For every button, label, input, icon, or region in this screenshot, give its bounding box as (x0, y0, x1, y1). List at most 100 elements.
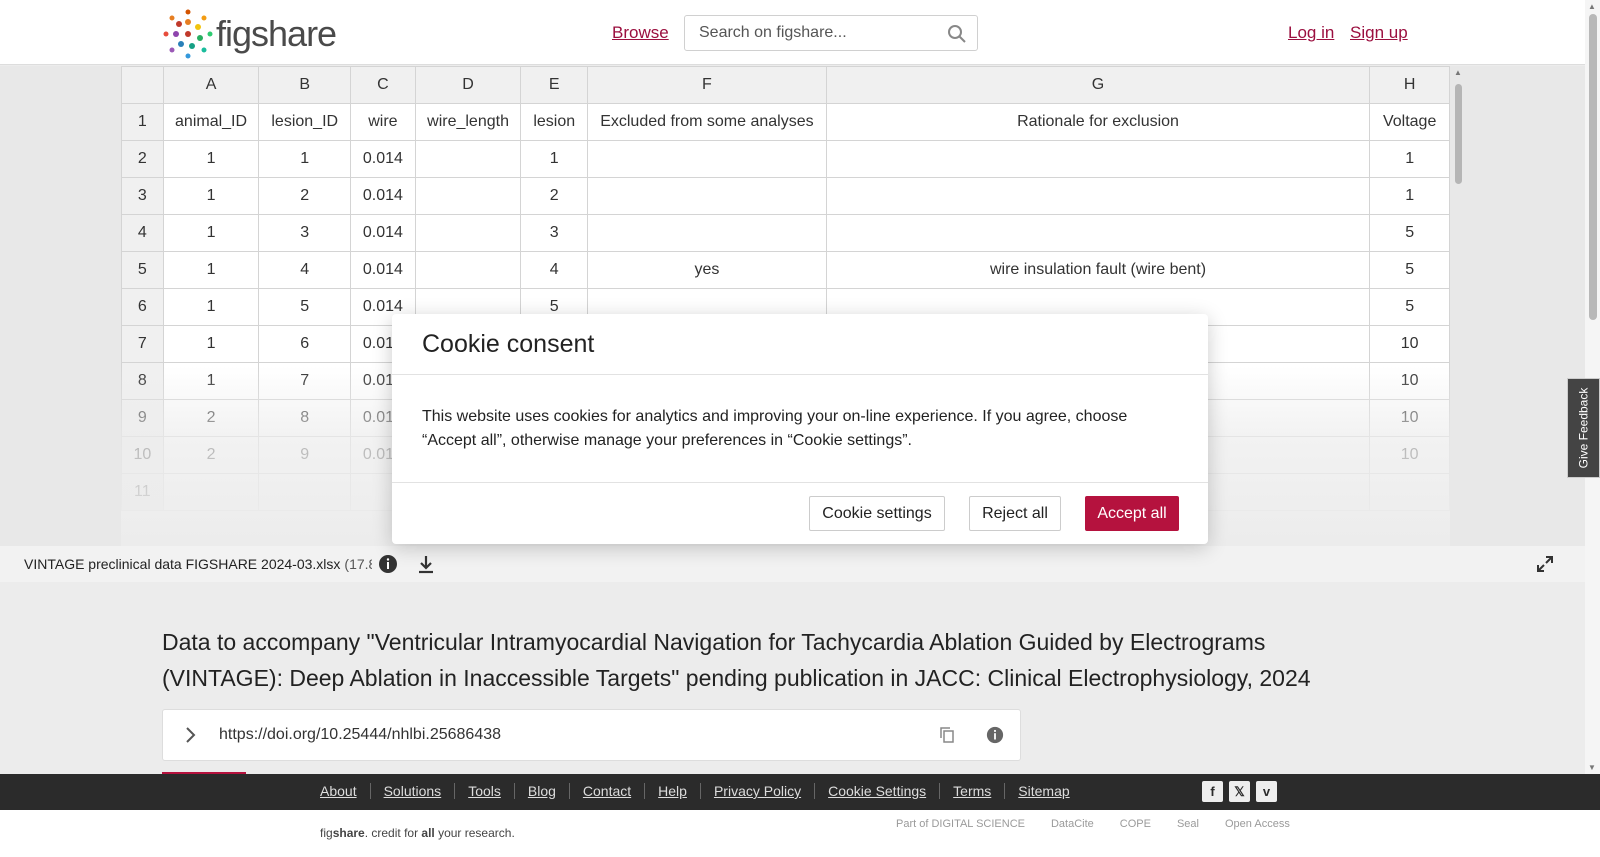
footer-link-terms[interactable]: Terms (940, 783, 1006, 799)
sheet-cell[interactable]: 0.014 (350, 251, 416, 289)
sheet-cell[interactable]: 1 (258, 140, 352, 178)
sheet-cell[interactable]: 3 (258, 214, 352, 252)
sheet-cell[interactable]: yes (587, 251, 827, 289)
accept-all-button[interactable]: Accept all (1085, 496, 1179, 531)
footer-link-solutions[interactable]: Solutions (371, 783, 456, 799)
page-scrollbar-thumb[interactable] (1589, 14, 1597, 320)
sheet-cell[interactable]: 1 (520, 140, 589, 178)
column-header: E (520, 66, 589, 104)
sheet-cell[interactable]: 4 (520, 251, 589, 289)
cookie-settings-button[interactable]: Cookie settings (809, 496, 945, 531)
preview-scrollbar[interactable]: ▲ (1452, 68, 1465, 368)
info-icon[interactable] (378, 554, 398, 574)
sheet-cell[interactable]: 1 (162, 214, 260, 252)
x-twitter-icon[interactable]: 𝕏 (1229, 781, 1250, 802)
chevron-right-icon[interactable] (183, 726, 199, 744)
sheet-cell[interactable]: animal_ID (162, 103, 260, 141)
sheet-cell[interactable]: 1 (1369, 177, 1450, 215)
sheet-cell[interactable]: 1 (162, 177, 260, 215)
login-link[interactable]: Log in (1288, 23, 1334, 43)
figshare-logo[interactable]: figshare (162, 8, 337, 60)
dialog-header: Cookie consent (392, 314, 1208, 375)
footer-link-tools[interactable]: Tools (455, 783, 515, 799)
sheet-cell[interactable]: 6 (258, 325, 352, 363)
search-input[interactable] (685, 24, 935, 42)
vimeo-icon[interactable]: v (1256, 781, 1277, 802)
digital-science-logo[interactable]: Part of DIGITAL SCIENCE (896, 818, 1025, 830)
dialog-body: This website uses cookies for analytics … (392, 375, 1208, 483)
footer-link-sitemap[interactable]: Sitemap (1005, 783, 1082, 799)
download-icon[interactable] (416, 554, 436, 574)
sheet-cell[interactable]: 5 (1369, 288, 1450, 326)
sheet-cell[interactable]: lesion_ID (258, 103, 352, 141)
sheet-cell[interactable]: 0.014 (350, 140, 416, 178)
datacite-logo[interactable]: DataCite (1051, 818, 1094, 830)
sheet-cell[interactable]: 2 (258, 177, 352, 215)
seal-logo[interactable]: Seal (1177, 818, 1199, 830)
footer-bottom: figshare. credit for all your research. … (0, 810, 1600, 857)
sheet-cell[interactable]: 5 (1369, 251, 1450, 289)
social-links: f 𝕏 v (1202, 781, 1277, 802)
copy-icon[interactable] (938, 726, 956, 744)
facebook-icon[interactable]: f (1202, 781, 1223, 802)
page-scroll-down-icon[interactable]: ▼ (1588, 763, 1596, 772)
sheet-cell[interactable]: Excluded from some analyses (587, 103, 827, 141)
tagline-share: share (332, 826, 365, 840)
tagline-all: all (421, 826, 435, 840)
sheet-cell[interactable]: 1 (162, 251, 260, 289)
page-scroll-up-icon[interactable]: ▲ (1588, 2, 1596, 11)
footer-link-about[interactable]: About (320, 783, 371, 799)
sheet-cell[interactable]: 1 (162, 288, 260, 326)
sheet-cell[interactable] (414, 177, 522, 215)
sheet-cell[interactable] (587, 177, 827, 215)
footer-link-help[interactable]: Help (645, 783, 701, 799)
reject-all-button[interactable]: Reject all (969, 496, 1061, 531)
sheet-cell[interactable]: 4 (258, 251, 352, 289)
footer-link-cookie-settings[interactable]: Cookie Settings (815, 783, 941, 799)
sheet-cell[interactable]: 0.014 (350, 177, 416, 215)
tagline-fig: fig (320, 826, 333, 840)
sheet-cell[interactable]: lesion (520, 103, 589, 141)
sheet-cell[interactable]: Rationale for exclusion (825, 103, 1371, 141)
sheet-cell[interactable]: Voltage (1369, 103, 1450, 141)
sheet-cell[interactable]: wire_length (414, 103, 522, 141)
signup-link[interactable]: Sign up (1350, 23, 1408, 43)
sheet-cell[interactable] (587, 140, 827, 178)
footer-link-privacy[interactable]: Privacy Policy (701, 783, 816, 799)
sheet-cell[interactable]: 2 (520, 177, 589, 215)
cope-logo[interactable]: COPE (1120, 818, 1151, 830)
sheet-cell[interactable] (825, 177, 1371, 215)
column-header: H (1369, 66, 1450, 104)
sheet-row: 4 1 3 0.014 3 5 (121, 214, 1450, 252)
open-access-logo[interactable]: Open Access (1225, 818, 1290, 830)
sheet-cell[interactable] (414, 140, 522, 178)
column-header-row: A B C D E F G H (121, 66, 1450, 104)
fullscreen-icon[interactable] (1537, 556, 1553, 572)
sheet-cell[interactable]: 5 (1369, 214, 1450, 252)
sheet-cell[interactable]: 3 (520, 214, 589, 252)
sheet-cell[interactable] (587, 214, 827, 252)
browse-link[interactable]: Browse (612, 23, 669, 43)
sheet-cell[interactable]: 0.014 (350, 214, 416, 252)
search-icon[interactable] (947, 24, 967, 44)
doi-link[interactable]: https://doi.org/10.25444/nhlbi.25686438 (219, 726, 501, 744)
give-feedback-tab[interactable]: Give Feedback (1567, 378, 1600, 478)
sheet-cell[interactable]: 1 (162, 325, 260, 363)
sheet-cell[interactable]: wire insulation fault (wire bent) (825, 251, 1371, 289)
sheet-cell[interactable] (825, 140, 1371, 178)
sheet-cell[interactable]: 5 (258, 288, 352, 326)
column-header: C (350, 66, 416, 104)
scroll-up-icon[interactable]: ▲ (1454, 68, 1462, 77)
scrollbar-thumb[interactable] (1455, 84, 1462, 184)
sheet-cell[interactable]: 10 (1369, 325, 1450, 363)
row-header: 5 (121, 251, 164, 289)
sheet-cell[interactable] (414, 214, 522, 252)
sheet-cell[interactable]: 1 (1369, 140, 1450, 178)
sheet-cell[interactable]: 1 (162, 140, 260, 178)
doi-info-icon[interactable] (986, 726, 1004, 744)
footer-link-contact[interactable]: Contact (570, 783, 646, 799)
footer-link-blog[interactable]: Blog (515, 783, 570, 799)
sheet-cell[interactable] (825, 214, 1371, 252)
sheet-cell[interactable] (414, 251, 522, 289)
sheet-cell[interactable]: wire (350, 103, 416, 141)
